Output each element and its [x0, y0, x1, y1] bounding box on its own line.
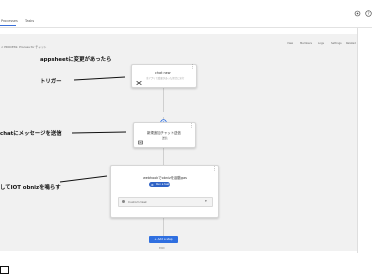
annotation-arrows	[59, 76, 127, 183]
corner-box	[0, 266, 9, 274]
arrow-line	[59, 175, 108, 183]
arrow-line	[73, 76, 126, 81]
arrow-line	[71, 131, 127, 134]
